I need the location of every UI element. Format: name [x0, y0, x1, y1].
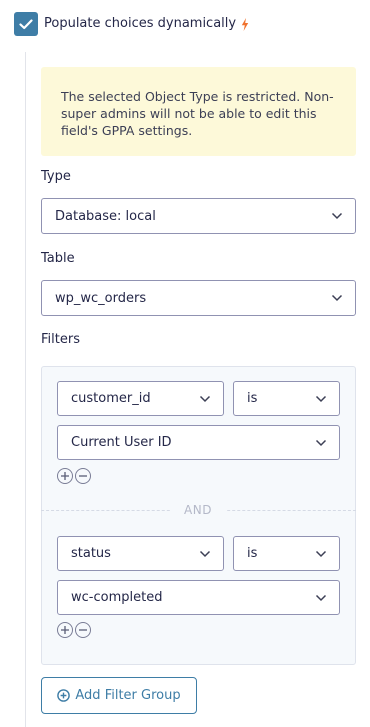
chevron-down-icon [315, 439, 327, 446]
chevron-down-icon [315, 594, 327, 601]
add-filter-group-button[interactable]: Add Filter Group [41, 677, 197, 714]
filter-operator-select[interactable]: is [233, 536, 340, 571]
filter-field-select[interactable]: customer_id [57, 381, 224, 416]
filter-field-value: status [71, 546, 111, 561]
plus-circle-icon [57, 689, 71, 702]
add-filter-group-label: Add Filter Group [75, 688, 181, 703]
restriction-notice: The selected Object Type is restricted. … [41, 67, 356, 156]
filter-row-controls [57, 468, 95, 486]
chevron-down-icon [315, 395, 327, 402]
table-select[interactable]: wp_wc_orders [41, 280, 356, 316]
lightning-icon [241, 17, 249, 31]
filter-value-select[interactable]: wc-completed [57, 580, 340, 615]
add-filter-icon[interactable] [57, 622, 73, 638]
chevron-down-icon [199, 395, 211, 402]
filter-operator-value: is [247, 546, 258, 561]
indent-line [25, 52, 26, 727]
add-filter-icon[interactable] [57, 468, 73, 484]
populate-label-text: Populate choices dynamically [44, 16, 237, 31]
filter-value-value: Current User ID [71, 435, 172, 450]
filter-operator-value: is [247, 391, 258, 406]
table-select-value: wp_wc_orders [55, 290, 147, 306]
table-label: Table [41, 251, 75, 266]
populate-checkbox-label: Populate choices dynamically [44, 15, 249, 33]
populate-checkbox[interactable] [14, 12, 38, 36]
remove-filter-icon[interactable] [75, 622, 91, 638]
filter-field-select[interactable]: status [57, 536, 224, 571]
chevron-down-icon [331, 294, 343, 302]
filter-row-controls [57, 622, 95, 640]
checkmark-icon [19, 18, 33, 29]
filter-operator-select[interactable]: is [233, 381, 340, 416]
type-label: Type [41, 169, 71, 184]
filters-label: Filters [41, 332, 80, 347]
type-select[interactable]: Database: local [41, 198, 356, 234]
filter-field-value: customer_id [71, 391, 151, 406]
chevron-down-icon [315, 550, 327, 557]
filter-value-value: wc-completed [71, 590, 163, 605]
chevron-down-icon [331, 212, 343, 220]
type-select-value: Database: local [55, 208, 156, 224]
remove-filter-icon[interactable] [75, 468, 91, 484]
and-separator-label: AND [170, 503, 226, 517]
filter-value-select[interactable]: Current User ID [57, 425, 340, 460]
chevron-down-icon [199, 550, 211, 557]
